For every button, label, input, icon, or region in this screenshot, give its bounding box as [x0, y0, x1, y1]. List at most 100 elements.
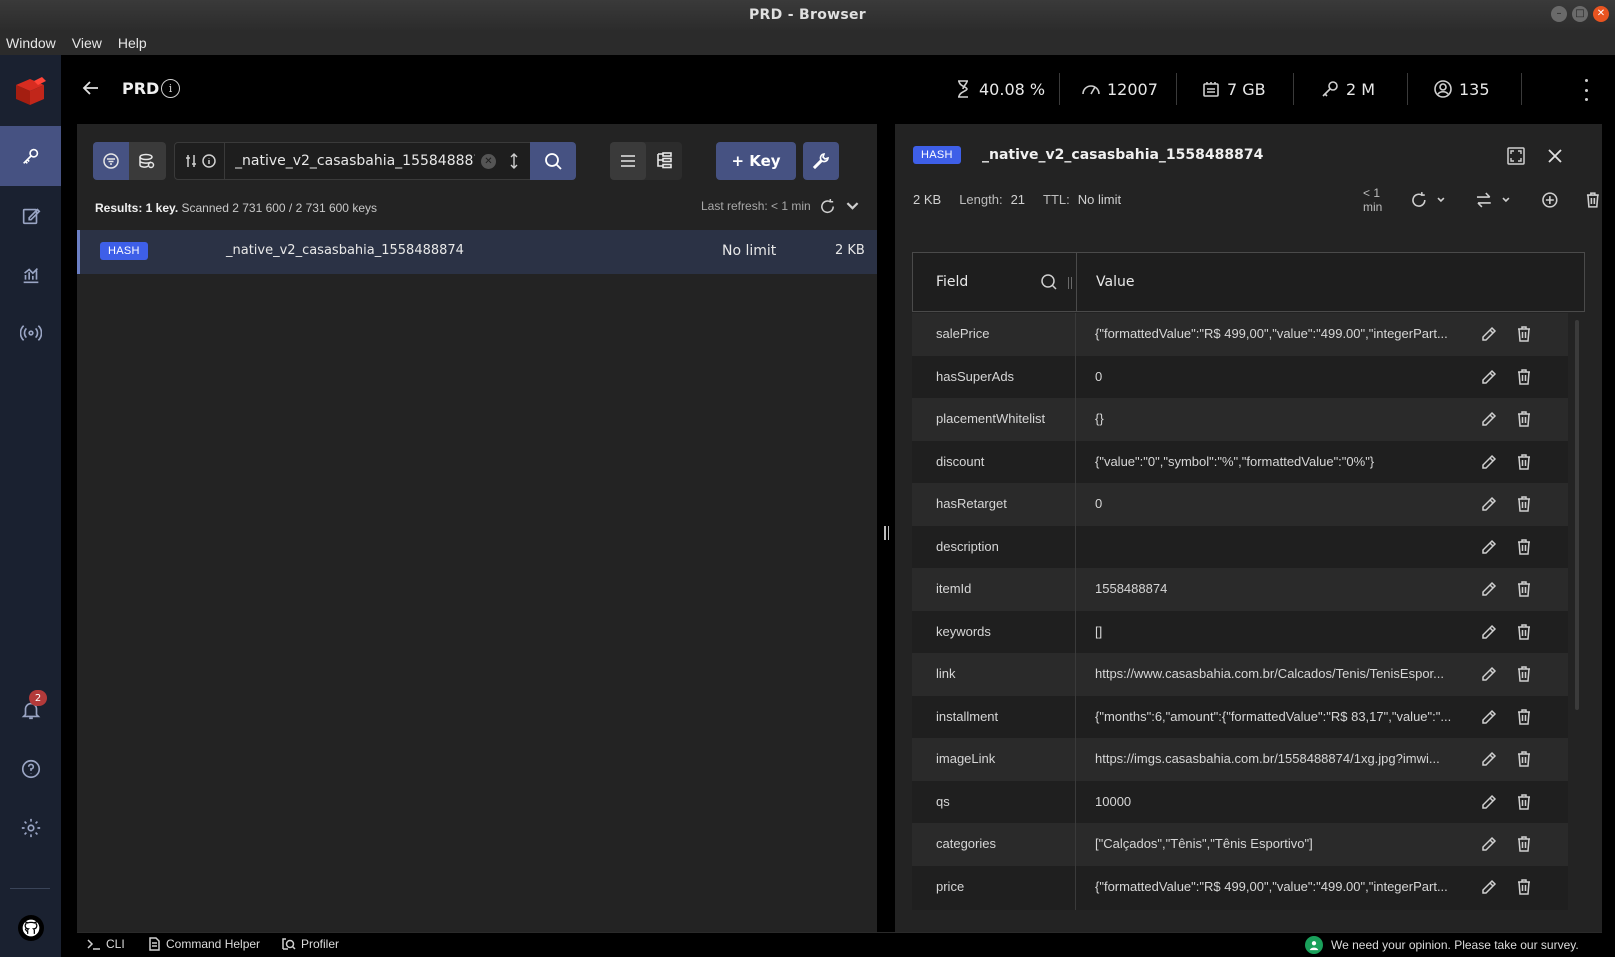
edit-icon[interactable]	[1480, 453, 1498, 471]
survey-link[interactable]: We need your opinion. Please take our su…	[1305, 936, 1579, 954]
table-row[interactable]: hasSuperAds 0	[912, 355, 1568, 400]
clear-search-icon[interactable]: ✕	[481, 154, 496, 169]
edit-icon[interactable]	[1480, 750, 1498, 768]
key-ttl[interactable]: TTL: No limit	[1043, 192, 1121, 207]
table-row[interactable]: salePrice {"formattedValue":"R$ 499,00","…	[912, 313, 1568, 357]
trash-icon[interactable]	[1515, 835, 1533, 853]
field-value: 10000	[1095, 793, 1132, 809]
table-scrollbar[interactable]	[1575, 320, 1579, 710]
fullscreen-icon[interactable]	[1506, 146, 1526, 166]
minimize-icon[interactable]: –	[1551, 6, 1567, 22]
nav-settings[interactable]	[0, 798, 61, 858]
table-row[interactable]: installment {"months":6,"amount":{"format…	[912, 695, 1568, 740]
edit-icon[interactable]	[1480, 495, 1498, 513]
list-view-button[interactable]	[610, 142, 646, 180]
format-switch-icon[interactable]	[1475, 191, 1493, 209]
edit-icon[interactable]	[1480, 708, 1498, 726]
table-row[interactable]: discount {"value":"0","symbol":"%","forma…	[912, 440, 1568, 485]
trash-icon[interactable]	[1515, 453, 1533, 471]
profiler-button[interactable]: Profiler	[282, 937, 339, 951]
edit-icon[interactable]	[1480, 665, 1498, 683]
tree-icon	[657, 152, 672, 169]
filter-mode-group	[93, 142, 166, 180]
menu-view[interactable]: View	[72, 35, 102, 51]
add-field-icon[interactable]	[1541, 191, 1559, 209]
search-icon[interactable]	[1040, 273, 1058, 291]
github-icon[interactable]	[18, 915, 44, 941]
command-helper-button[interactable]: Command Helper	[147, 937, 260, 951]
close-window-icon[interactable]: ✕	[1593, 6, 1609, 22]
refresh-icon[interactable]	[1410, 191, 1428, 209]
column-resize-handle[interactable]	[1068, 277, 1074, 289]
table-row[interactable]: link https://www.casasbahia.com.br/Calcad…	[912, 653, 1568, 697]
trash-icon[interactable]	[1515, 325, 1533, 343]
metric-keys: 2 M	[1320, 75, 1375, 103]
search-index-button[interactable]	[129, 142, 165, 180]
trash-icon[interactable]	[1515, 793, 1533, 811]
edit-icon[interactable]	[1480, 580, 1498, 598]
edit-icon[interactable]	[1480, 623, 1498, 641]
edit-icon[interactable]	[1480, 878, 1498, 896]
expand-arrows-icon[interactable]	[507, 152, 521, 170]
table-row[interactable]: keywords []	[912, 610, 1568, 655]
field-value: {"months":6,"amount":{"formattedValue":"…	[1095, 708, 1452, 724]
table-row[interactable]: itemId 1558488874	[912, 568, 1568, 612]
tree-view-button[interactable]	[646, 142, 682, 180]
search-button[interactable]	[530, 142, 576, 180]
table-row[interactable]: categories ["Calçados","Tênis","Tênis Esp…	[912, 823, 1568, 867]
column-divider	[1075, 568, 1076, 612]
nav-help[interactable]	[0, 739, 61, 799]
chevron-down-icon[interactable]	[844, 198, 861, 215]
table-row[interactable]: description	[912, 525, 1568, 570]
close-icon[interactable]	[1545, 146, 1565, 166]
chevron-down-icon[interactable]	[1436, 195, 1446, 205]
table-row[interactable]: placementWhitelist {}	[912, 398, 1568, 442]
menu-window[interactable]: Window	[6, 35, 56, 51]
panel-resize-handle[interactable]	[884, 526, 890, 540]
trash-icon[interactable]	[1515, 623, 1533, 641]
table-row[interactable]: hasRetarget 0	[912, 483, 1568, 527]
refresh-icon[interactable]	[819, 198, 836, 215]
table-row[interactable]: qs 10000	[912, 780, 1568, 825]
key-details-panel: HASH _native_v2_casasbahia_1558488874 2 …	[895, 124, 1602, 932]
trash-icon[interactable]	[1515, 495, 1533, 513]
trash-icon[interactable]	[1515, 538, 1533, 556]
trash-icon[interactable]	[1515, 708, 1533, 726]
edit-icon[interactable]	[1480, 325, 1498, 343]
bulk-actions-button[interactable]	[803, 142, 839, 180]
maximize-icon[interactable]: □	[1572, 6, 1588, 22]
trash-icon[interactable]	[1515, 580, 1533, 598]
edit-icon[interactable]	[1480, 368, 1498, 386]
edit-icon[interactable]	[1480, 793, 1498, 811]
edit-icon[interactable]	[1480, 835, 1498, 853]
table-row[interactable]: imageLink https://imgs.casasbahia.com.br/…	[912, 738, 1568, 782]
chevron-down-icon[interactable]	[1501, 195, 1511, 205]
more-options-icon[interactable]	[1581, 79, 1591, 101]
cli-button[interactable]: CLI	[87, 937, 125, 951]
trash-icon[interactable]	[1515, 750, 1533, 768]
pattern-filter-button[interactable]	[93, 142, 129, 180]
edit-icon[interactable]	[1480, 410, 1498, 428]
key-search-input[interactable]	[235, 143, 475, 179]
key-name-title[interactable]: _native_v2_casasbahia_1558488874	[982, 147, 1263, 163]
nav-notifications[interactable]: 2	[0, 680, 61, 740]
info-icon[interactable]: i	[161, 79, 180, 98]
key-list-item[interactable]: HASH _native_v2_casasbahia_1558488874 No…	[77, 230, 877, 274]
trash-icon[interactable]	[1515, 410, 1533, 428]
edit-icon[interactable]	[1480, 538, 1498, 556]
trash-icon[interactable]	[1515, 665, 1533, 683]
back-arrow-icon[interactable]	[81, 78, 101, 98]
table-row[interactable]: price {"formattedValue":"R$ 499,00","valu…	[912, 865, 1568, 910]
nav-analytics[interactable]	[0, 245, 61, 305]
delete-key-icon[interactable]	[1584, 191, 1602, 209]
menu-help[interactable]: Help	[118, 35, 147, 51]
nav-pubsub[interactable]	[0, 303, 61, 363]
redis-logo-icon[interactable]	[12, 73, 48, 109]
survey-icon	[1305, 936, 1323, 954]
nav-workbench[interactable]	[0, 186, 61, 246]
key-type-filter[interactable]	[175, 143, 225, 179]
nav-browser[interactable]	[0, 126, 61, 186]
add-key-button[interactable]: + Key	[716, 142, 796, 180]
trash-icon[interactable]	[1515, 878, 1533, 896]
trash-icon[interactable]	[1515, 368, 1533, 386]
